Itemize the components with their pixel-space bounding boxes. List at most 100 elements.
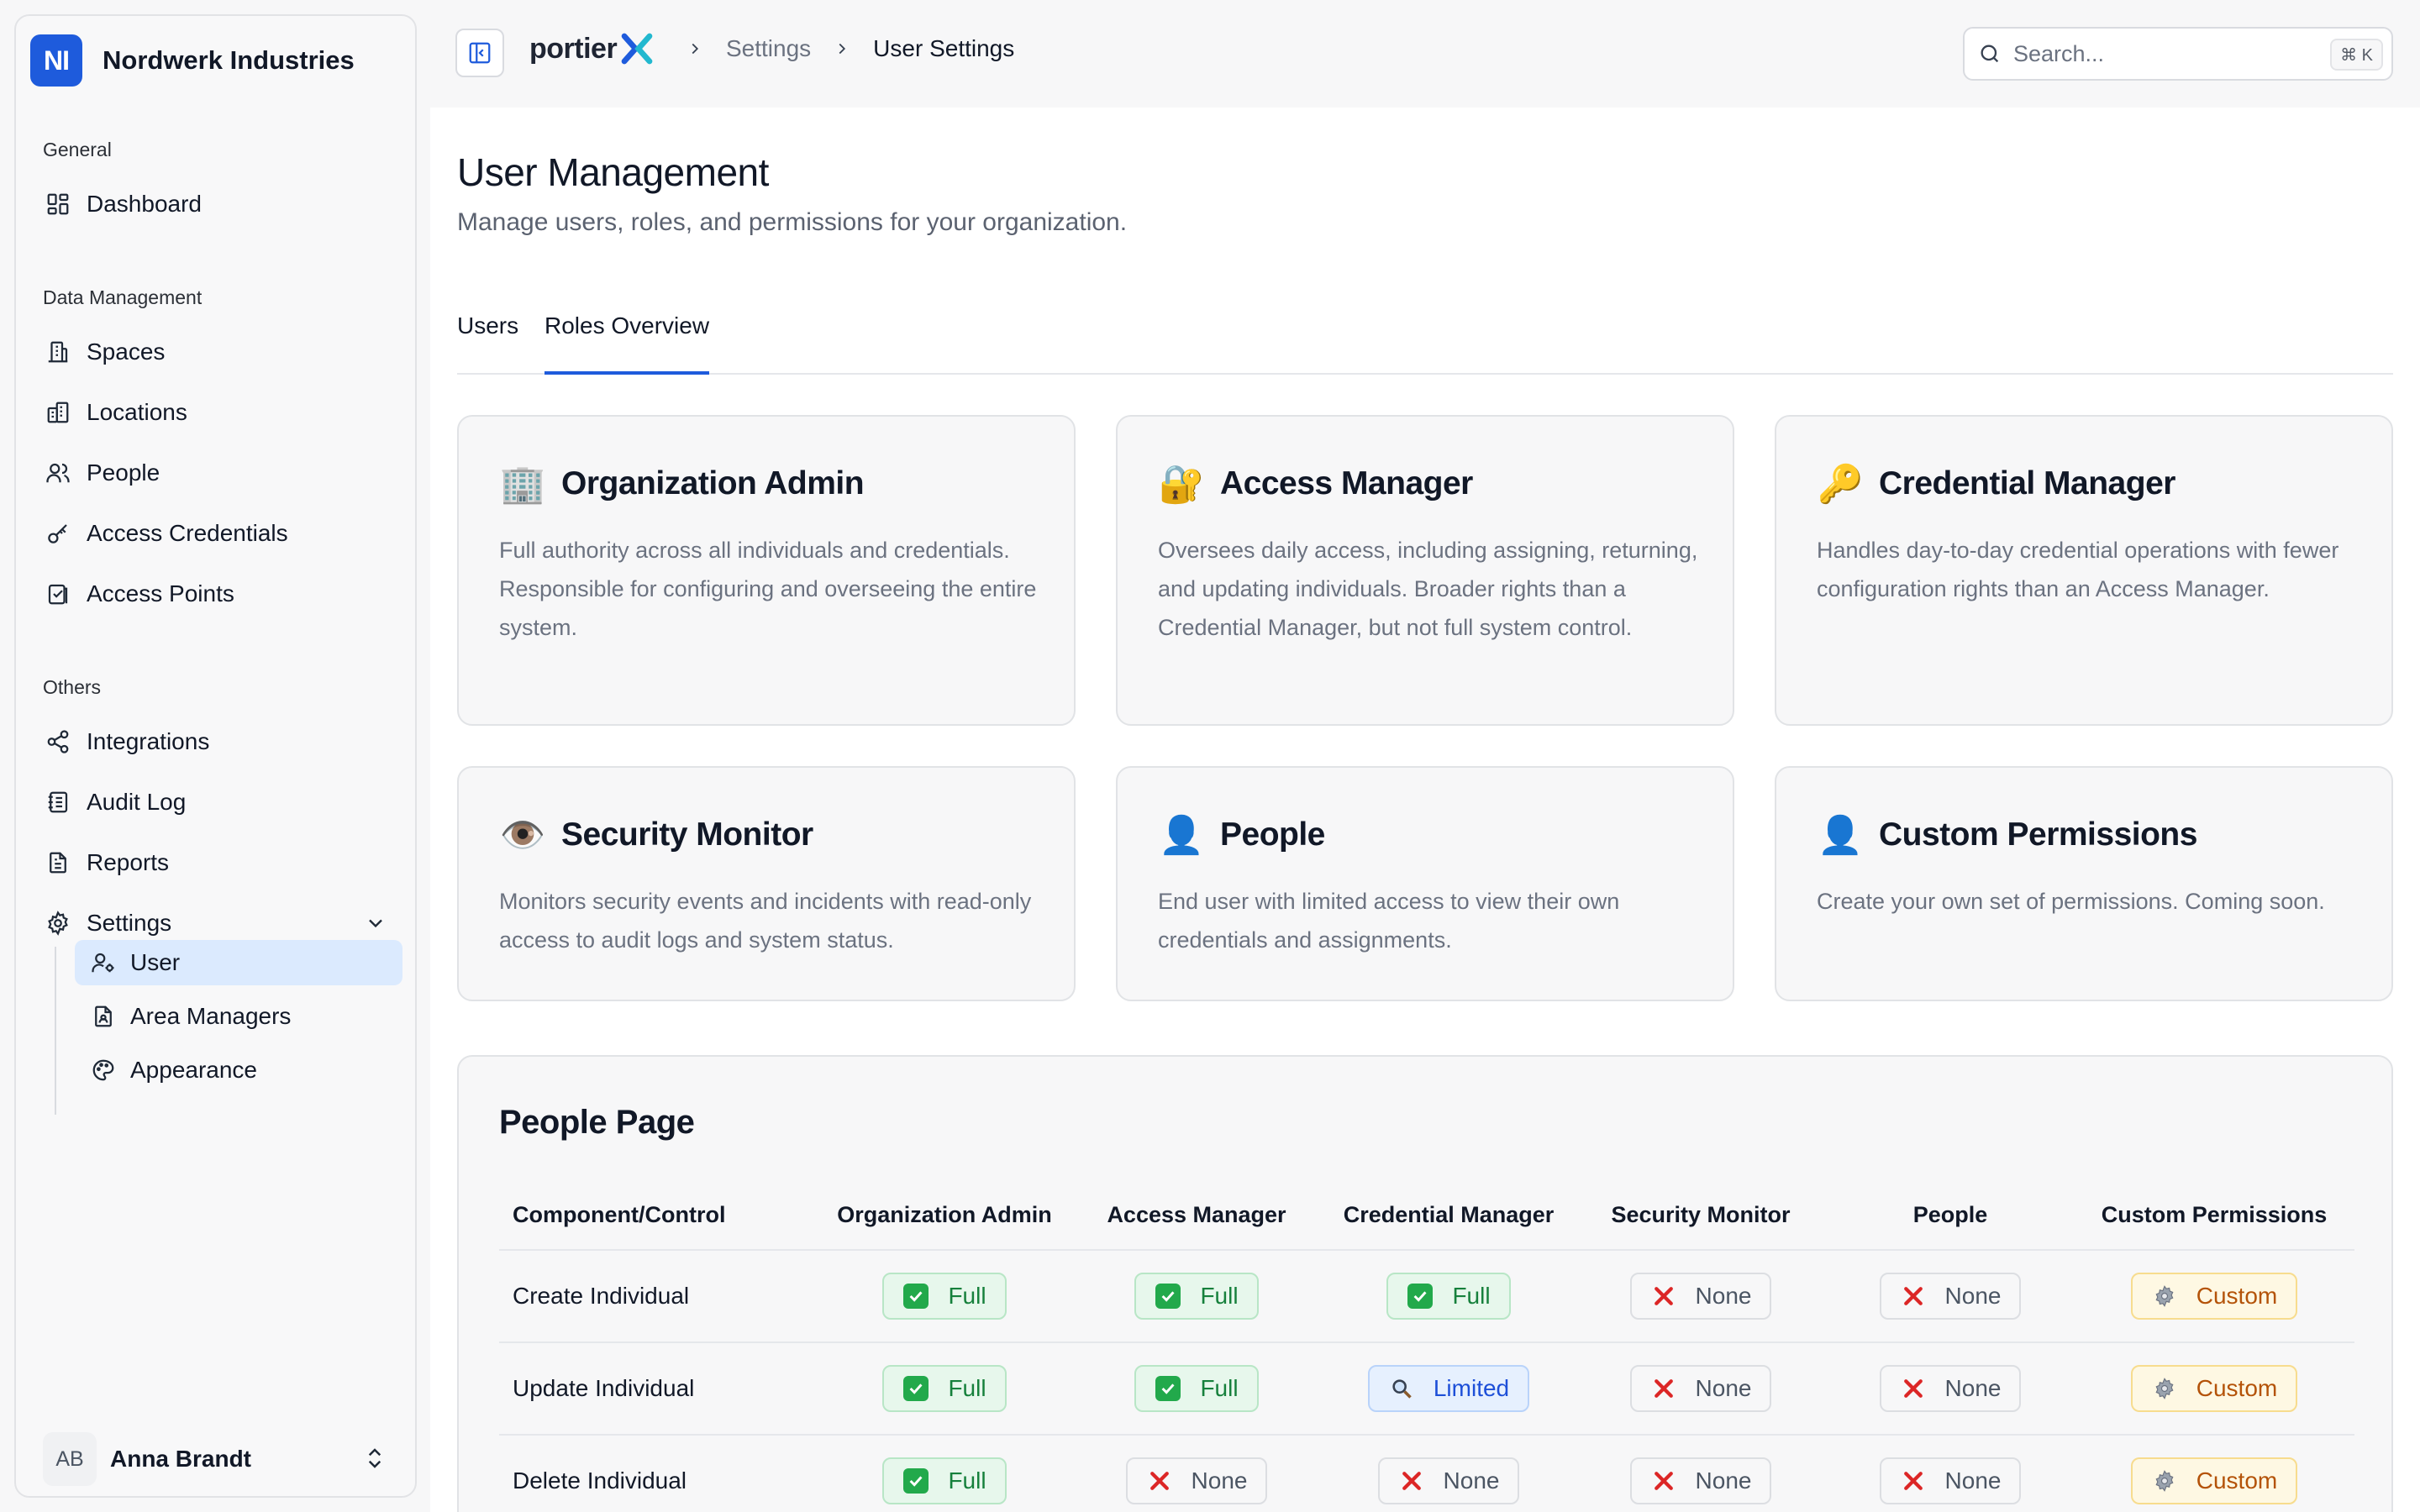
sidebar-item-settings[interactable]: Settings — [43, 901, 404, 945]
role-card-people[interactable]: 👤 People End user with limited access to … — [1116, 766, 1734, 1001]
sidebar-item-access-points[interactable]: Access Points — [43, 572, 404, 616]
sidebar-item-label: Access Credentials — [87, 520, 288, 546]
eye-icon: 👁️ — [499, 815, 546, 856]
sidebar-item-dashboard[interactable]: Dashboard — [43, 182, 404, 226]
role-title: Credential Manager — [1879, 465, 2175, 501]
sidebar-item-access-credentials[interactable]: Access Credentials — [43, 512, 404, 555]
sidebar-item-reports[interactable]: Reports — [43, 841, 404, 885]
brand-logo[interactable]: portier — [529, 32, 654, 66]
chevron-right-icon — [692, 43, 699, 55]
permission-label: Limited — [1433, 1375, 1510, 1401]
section-label-general: General — [43, 139, 112, 160]
permission-cell: None — [1575, 1250, 1827, 1343]
x-icon — [1900, 1283, 1927, 1310]
search-input[interactable] — [2013, 40, 2316, 67]
sidebar: NI Nordwerk Industries General Dashboard… — [14, 14, 417, 1498]
tab-roles-overview[interactable]: Roles Overview — [544, 309, 710, 375]
permission-badge-full: Full — [882, 1273, 1007, 1320]
sidebar-item-locations[interactable]: Locations — [43, 391, 404, 434]
search-icon — [1981, 45, 1999, 63]
sidebar-toggle-button[interactable] — [455, 29, 504, 77]
clipboard-check-icon — [43, 579, 73, 609]
key-icon: 🔑 — [1817, 464, 1864, 505]
sidebar-subitem-appearance[interactable]: Appearance — [75, 1047, 402, 1093]
row-label: Update Individual — [499, 1342, 818, 1436]
role-card-custom-permissions[interactable]: 👤 Custom Permissions Create your own set … — [1775, 766, 2393, 1001]
sidebar-subitem-user[interactable]: User — [75, 940, 402, 985]
permission-label: Full — [948, 1283, 986, 1309]
role-title: People — [1220, 816, 1325, 853]
permission-cell: Full — [1323, 1250, 1575, 1343]
search-shortcut: ⌘ K — [2330, 39, 2383, 71]
x-icon — [1650, 1467, 1677, 1494]
permissions-title: People Page — [499, 1104, 695, 1141]
table-header-row: Component/Control Organization Admin Acc… — [499, 1181, 2354, 1251]
permission-badge-none: None — [1629, 1365, 1772, 1412]
permission-cell: Full — [1071, 1250, 1323, 1343]
sidebar-item-integrations[interactable]: Integrations — [43, 720, 404, 764]
permission-label: None — [1944, 1283, 2002, 1309]
person-icon: 👤 — [1817, 815, 1864, 856]
permission-label: Full — [1200, 1283, 1239, 1309]
magnifier-icon — [1388, 1375, 1415, 1402]
permission-label: Full — [948, 1467, 986, 1494]
brand-name: portier — [529, 32, 618, 65]
table-row: Delete Individual Full None None None None Cus… — [499, 1435, 2354, 1512]
org-name: Nordwerk Industries — [103, 45, 355, 75]
lock-key-icon: 🔐 — [1158, 464, 1205, 505]
file-user-icon — [88, 1001, 118, 1032]
sidebar-item-label: Settings — [87, 910, 172, 936]
page-title: User Management — [457, 150, 769, 194]
permission-cell: Full — [818, 1342, 1071, 1436]
search-box[interactable]: ⌘ K — [1963, 27, 2393, 81]
role-card-security-monitor[interactable]: 👁️ Security Monitor Monitors security eve… — [457, 766, 1076, 1001]
permission-label: Custom — [2196, 1375, 2278, 1401]
role-title: Organization Admin — [561, 465, 865, 501]
role-description: Handles day-to-day credential operations… — [1817, 538, 2339, 601]
user-menu[interactable]: AB Anna Brandt — [43, 1432, 404, 1486]
permission-cell: Custom — [2074, 1342, 2354, 1436]
role-description: Create your own set of permissions. Comi… — [1817, 889, 2325, 914]
permission-cell: Full — [818, 1250, 1071, 1343]
permission-cell: Limited — [1323, 1342, 1575, 1436]
permission-label: None — [1944, 1467, 2002, 1494]
role-title: Security Monitor — [561, 816, 813, 853]
chevron-down-icon[interactable] — [364, 911, 387, 935]
row-label: Delete Individual — [499, 1435, 818, 1512]
column-header: Credential Manager — [1323, 1181, 1575, 1251]
key-icon — [43, 518, 73, 549]
role-card-credential-manager[interactable]: 🔑 Credential Manager Handles day-to-day c… — [1775, 415, 2393, 726]
org-switcher[interactable]: NI Nordwerk Industries — [30, 34, 355, 87]
sidebar-subitem-label: Appearance — [130, 1057, 258, 1083]
check-icon — [902, 1375, 929, 1402]
breadcrumb-settings[interactable]: Settings — [726, 35, 811, 62]
chevron-up-down-icon[interactable] — [362, 1446, 387, 1471]
sidebar-item-people[interactable]: People — [43, 451, 404, 495]
sidebar-item-label: Audit Log — [87, 789, 187, 815]
sidebar-item-label: Integrations — [87, 728, 210, 754]
permission-badge-full: Full — [1134, 1365, 1259, 1412]
sidebar-subitem-area-managers[interactable]: Area Managers — [75, 994, 402, 1039]
role-card-organization-admin[interactable]: 🏢 Organization Admin Full authority acros… — [457, 415, 1076, 726]
role-description: Monitors security events and incidents w… — [499, 889, 1032, 953]
person-icon: 👤 — [1158, 815, 1205, 856]
gear-icon — [2151, 1467, 2178, 1494]
permission-cell: Custom — [2074, 1435, 2354, 1512]
role-description: End user with limited access to view the… — [1158, 889, 1620, 953]
tab-bar: Users Roles Overview — [457, 309, 2393, 375]
permission-badge-custom: Custom — [2130, 1273, 2298, 1320]
page-subtitle: Manage users, roles, and permissions for… — [457, 208, 1128, 236]
sidebar-item-spaces[interactable]: Spaces — [43, 330, 404, 374]
sidebar-item-label: Locations — [87, 399, 187, 425]
permission-label: None — [1695, 1375, 1752, 1401]
permission-cell: Full — [818, 1435, 1071, 1512]
permission-cell: None — [1827, 1435, 2074, 1512]
permission-label: Custom — [2196, 1467, 2278, 1494]
role-card-access-manager[interactable]: 🔐 Access Manager Oversees daily access, i… — [1116, 415, 1734, 726]
permission-badge-full: Full — [882, 1457, 1007, 1504]
sidebar-item-audit-log[interactable]: Audit Log — [43, 780, 404, 824]
permission-cell: None — [1323, 1435, 1575, 1512]
check-icon — [902, 1467, 929, 1494]
tab-users[interactable]: Users — [457, 309, 518, 375]
check-icon — [1407, 1283, 1434, 1310]
